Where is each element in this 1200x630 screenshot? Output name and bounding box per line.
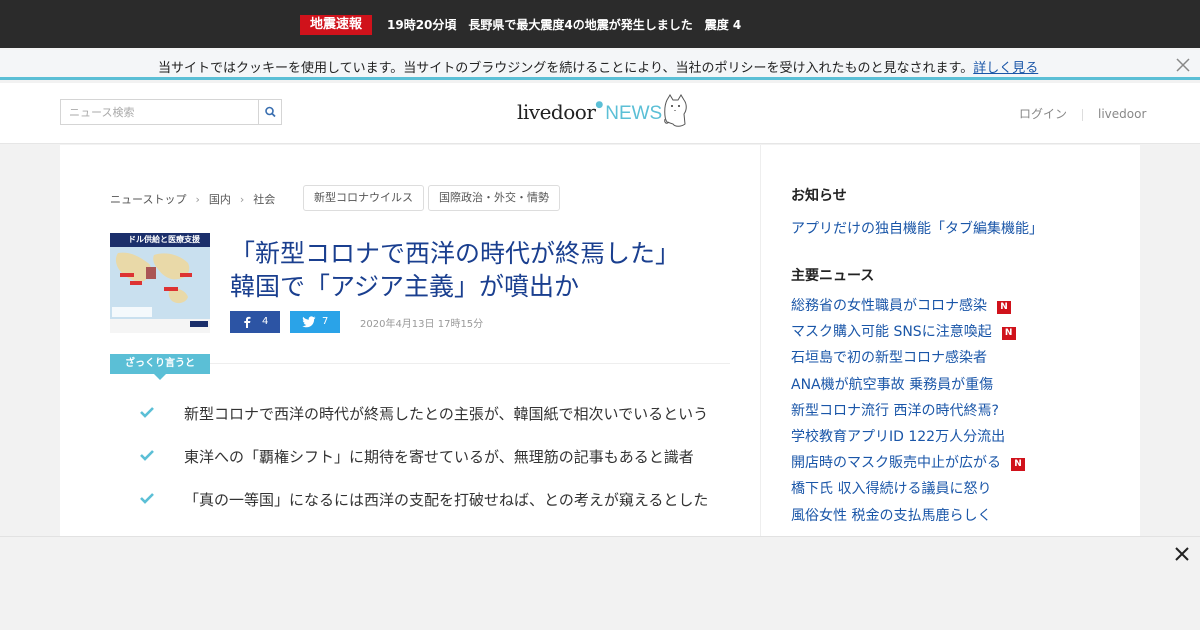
chevron-right-icon: › xyxy=(239,193,245,206)
news-item-text: ANA機が航空事故 乗務員が重傷 xyxy=(791,376,994,393)
logo-dog-icon xyxy=(661,94,689,132)
article-main: ニューストップ › 国内 › 社会 新型コロナウイルス 国際政治・外交・情勢 ドル供給と… xyxy=(60,145,760,545)
chevron-right-icon: › xyxy=(195,193,200,206)
news-list-item[interactable]: ANA機が航空事故 乗務員が重傷 xyxy=(791,376,993,394)
summary-point-text: 「真の一等国」になるには西洋の支配を打破せねば、との考えが窺えるとした xyxy=(184,491,709,509)
news-item-text: 橋下氏 収入得続ける議員に怒り xyxy=(791,481,992,498)
bottom-ad-overlay xyxy=(0,536,1200,630)
new-badge-icon: N xyxy=(1011,458,1025,472)
site-logo[interactable]: livedoor● NEWS xyxy=(517,100,662,125)
title-line-1: 「新型コロナで西洋の時代が終焉した」 xyxy=(230,239,681,268)
earthquake-alert-bar[interactable]: 地震速報 19時20分頃 長野県で最大震度4の地震が発生しました 震度 4 xyxy=(0,0,1200,48)
news-list-item[interactable]: 総務省の女性職員がコロナ感染 N xyxy=(791,297,1011,315)
alert-text[interactable]: 19時20分頃 長野県で最大震度4の地震が発生しました 震度 4 xyxy=(387,16,741,34)
news-item-text: 新型コロナ流行 西洋の時代終焉? xyxy=(791,402,999,419)
news-list-item[interactable]: 橋下氏 収入得続ける議員に怒り xyxy=(791,480,991,498)
news-list-item[interactable]: 風俗女性 税金の支払馬鹿らしく xyxy=(791,507,991,525)
new-badge-icon: N xyxy=(1001,327,1016,341)
check-icon xyxy=(140,450,154,461)
tag-covid[interactable]: 新型コロナウイルス xyxy=(303,185,424,211)
new-badge-icon: N xyxy=(997,301,1011,314)
summary-point-text: 新型コロナで西洋の時代が終焉したとの主張が、韓国紙で相次いでいるという xyxy=(184,405,709,423)
facebook-icon xyxy=(244,316,251,328)
cookie-banner: 当サイトではクッキーを使用しています。当サイトのブラウジングを続けることにより、… xyxy=(0,50,1200,80)
cookie-details-link[interactable]: 詳しく見る xyxy=(973,61,1038,76)
news-list-item[interactable]: 新型コロナ流行 西洋の時代終焉? xyxy=(791,402,999,420)
facebook-share-button[interactable]: 4 xyxy=(230,311,280,333)
check-icon xyxy=(140,493,154,504)
tag-international-politics[interactable]: 国際政治・外交・情勢 xyxy=(428,185,560,211)
breadcrumb: ニューストップ › 国内 › 社会 xyxy=(110,191,275,207)
breadcrumb-item-domestic[interactable]: 国内 xyxy=(209,193,231,206)
summary-point-text: 東洋への「覇権シフト」に期待を寄せているが、無理筋の記事もあると識者 xyxy=(184,448,694,466)
twitter-icon xyxy=(302,316,316,328)
news-item-text: 学校教育アプリID 122万人分流出 xyxy=(791,429,1006,445)
close-icon[interactable] xyxy=(1174,546,1190,562)
cookie-message: 当サイトではクッキーを使用しています。当サイトのブラウジングを続けることにより、… xyxy=(158,57,1038,76)
header-links: ログイン livedoor xyxy=(1019,105,1146,122)
summary-label: ざっくり言うと xyxy=(110,354,210,380)
news-item-text: 開店時のマスク販売中止が広がる xyxy=(791,455,1001,472)
logo-livedoor: livedoor xyxy=(517,100,596,124)
logo-news: NEWS xyxy=(605,103,663,124)
news-item-text: 総務省の女性職員がコロナ感染 xyxy=(791,298,987,314)
title-line-2: 韓国で「アジア主義」が噴出か xyxy=(230,272,580,301)
site-header: livedoor●NEWS ログインlivedoor xyxy=(0,83,1200,144)
cookie-text: 当サイトではクッキーを使用しています。当サイトのブラウジングを続けることにより、… xyxy=(158,61,974,76)
livedoor-link[interactable]: livedoor xyxy=(1098,107,1146,121)
news-item-text: 風俗女性 税金の支払馬鹿らしく xyxy=(791,507,992,524)
notice-link[interactable]: アプリだけの独自機能「タブ編集機能」 xyxy=(791,218,1043,238)
news-item-text: 石垣島で初の新型コロナ感染者 xyxy=(791,350,987,367)
check-icon xyxy=(140,407,154,418)
article-thumbnail[interactable]: ドル供給と医療支援 xyxy=(110,233,210,333)
breadcrumb-item-top[interactable]: ニューストップ xyxy=(110,193,186,206)
search-button[interactable] xyxy=(258,100,281,124)
news-list-item[interactable]: 開店時のマスク販売中止が広がる N xyxy=(791,454,1025,472)
logo-dot-icon: ● xyxy=(595,100,604,110)
search-form xyxy=(60,99,282,125)
news-list-item[interactable]: マスク購入可能 SNSに注意喚起 N xyxy=(791,323,1016,341)
alert-badge: 地震速報 xyxy=(300,15,373,35)
facebook-share-count: 4 xyxy=(262,316,269,327)
divider xyxy=(1082,108,1084,121)
thumbnail-caption: ドル供給と医療支援 xyxy=(128,235,200,244)
summary-divider xyxy=(210,363,730,364)
cookie-close-icon[interactable] xyxy=(1174,56,1192,74)
news-item-text: マスク購入可能 SNSに注意喚起 xyxy=(791,324,992,341)
twitter-share-button[interactable]: 7 xyxy=(290,311,340,333)
search-input[interactable] xyxy=(61,100,258,124)
login-link[interactable]: ログイン xyxy=(1019,107,1067,121)
news-list-item[interactable]: 石垣島で初の新型コロナ感染者 xyxy=(791,349,987,367)
sidebar: お知らせ アプリだけの独自機能「タブ編集機能」 主要ニュース 総務省の女性職員が… xyxy=(760,145,1140,545)
news-list-item[interactable]: 学校教育アプリID 122万人分流出 xyxy=(791,428,1005,446)
main-news-heading: 主要ニュース xyxy=(791,268,875,284)
search-icon xyxy=(265,106,276,118)
article-date: 2020年4月13日 17時15分 xyxy=(360,319,484,330)
notice-heading: お知らせ xyxy=(791,188,847,204)
article-title: 「新型コロナで西洋の時代が終焉した」 韓国で「アジア主義」が噴出か xyxy=(230,237,730,303)
twitter-share-count: 7 xyxy=(322,316,329,327)
breadcrumb-item-society[interactable]: 社会 xyxy=(253,193,275,206)
